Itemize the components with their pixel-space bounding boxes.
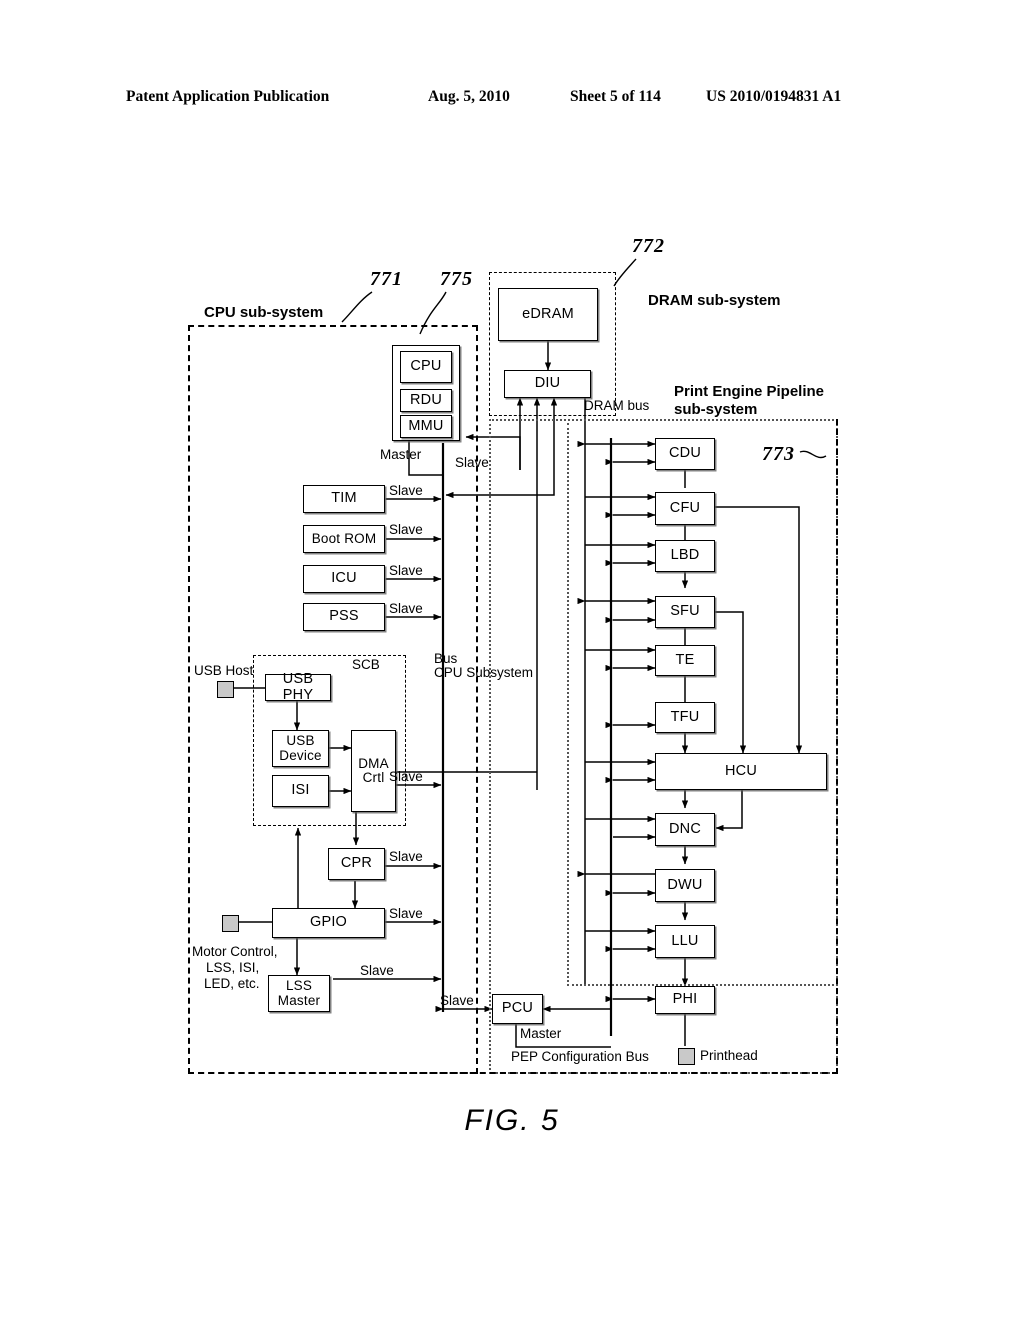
dma-line1: DMA (358, 755, 389, 771)
ref-775: 775 (440, 268, 473, 290)
figure-caption: FIG. 5 (464, 1104, 560, 1137)
outer-figure-right (832, 419, 838, 1074)
header-publication: Patent Application Publication (126, 88, 330, 105)
label-bus-line1: Bus (434, 651, 458, 666)
block-pcu[interactable]: PCU (492, 994, 543, 1024)
scb-title: SCB (352, 657, 380, 672)
block-mmu[interactable]: MMU (400, 415, 452, 438)
label-master-pcu: Master (520, 1026, 562, 1041)
dma-line2: Crtl (362, 770, 385, 785)
printhead-pad (678, 1048, 695, 1065)
block-usb-device[interactable]: USB Device (272, 730, 329, 767)
label-motor-line2: LSS, ISI, (206, 960, 260, 975)
usb-device-line2: Device (279, 747, 322, 763)
block-rdu[interactable]: RDU (400, 389, 452, 412)
label-bus-line2: CPU Subsystem (434, 665, 534, 680)
block-phi[interactable]: PHI (655, 986, 715, 1014)
cpu-subsystem-title: CPU sub-system (204, 304, 324, 321)
usb-host-pad (217, 681, 234, 698)
label-slave-icu: Slave (389, 563, 423, 578)
block-gpio[interactable]: GPIO (272, 908, 385, 938)
block-isi[interactable]: ISI (272, 775, 329, 807)
lss-line2: Master (277, 992, 321, 1008)
block-usb-phy[interactable]: USB PHY (265, 672, 331, 702)
block-hcu[interactable]: HCU (655, 753, 827, 790)
block-lss-master[interactable]: LSS Master (268, 975, 330, 1012)
header-date: Aug. 5, 2010 (428, 88, 510, 105)
ref-772: 772 (632, 235, 665, 257)
label-slave-lss: Slave (360, 963, 394, 978)
label-slave-cpr: Slave (389, 849, 423, 864)
block-diu[interactable]: DIU (504, 370, 591, 398)
block-icu[interactable]: ICU (303, 565, 385, 593)
label-slave-gpio: Slave (389, 906, 423, 921)
label-slave-tim: Slave (389, 483, 423, 498)
block-boot-rom[interactable]: Boot ROM (303, 525, 385, 553)
page-header: Patent Application Publication Aug. 5, 2… (0, 88, 1024, 110)
block-cpu[interactable]: CPU (400, 351, 452, 383)
pep-subsystem-title-line2: sub-system (674, 401, 758, 418)
block-llu[interactable]: LLU (655, 925, 715, 958)
label-motor-line1: Motor Control, (192, 944, 278, 959)
block-dwu[interactable]: DWU (655, 869, 715, 902)
usb-device-line1: USB (286, 733, 315, 749)
block-cdu[interactable]: CDU (655, 438, 715, 470)
header-patent-number: US 2010/0194831 A1 (706, 88, 842, 105)
block-cfu[interactable]: CFU (655, 492, 715, 525)
label-slave-bootrom: Slave (389, 522, 423, 537)
block-sfu[interactable]: SFU (655, 596, 715, 628)
label-dram-bus: DRAM bus (584, 398, 650, 413)
block-cpr[interactable]: CPR (328, 848, 385, 880)
patent-figure-page: Patent Application Publication Aug. 5, 2… (0, 0, 1024, 1320)
label-slave-pcu: Slave (440, 993, 474, 1008)
block-tfu[interactable]: TFU (655, 702, 715, 733)
lss-line1: LSS (285, 978, 313, 994)
label-slave-cpu-vertical: Slave (455, 455, 489, 470)
label-master-cpu: Master (380, 447, 422, 462)
label-usb-host: USB Host (194, 663, 254, 678)
label-slave-pss: Slave (389, 601, 423, 616)
dram-subsystem-title: DRAM sub-system (648, 292, 781, 309)
header-sheet: Sheet 5 of 114 (570, 88, 661, 105)
block-edram[interactable]: eDRAM (498, 288, 598, 341)
label-printhead: Printhead (700, 1048, 758, 1063)
label-motor-line3: LED, etc. (204, 976, 260, 991)
ref-773: 773 (762, 443, 795, 465)
block-te[interactable]: TE (655, 645, 715, 676)
label-slave-dma: Slave (389, 769, 423, 784)
block-tim[interactable]: TIM (303, 485, 385, 513)
ref-771: 771 (370, 268, 403, 290)
gpio-pad (222, 915, 239, 932)
label-pep-configuration-bus: PEP Configuration Bus (511, 1049, 649, 1064)
block-lbd[interactable]: LBD (655, 540, 715, 572)
pep-subsystem-title-line1: Print Engine Pipeline (674, 383, 825, 400)
block-dnc[interactable]: DNC (655, 813, 715, 846)
block-pss[interactable]: PSS (303, 603, 385, 631)
